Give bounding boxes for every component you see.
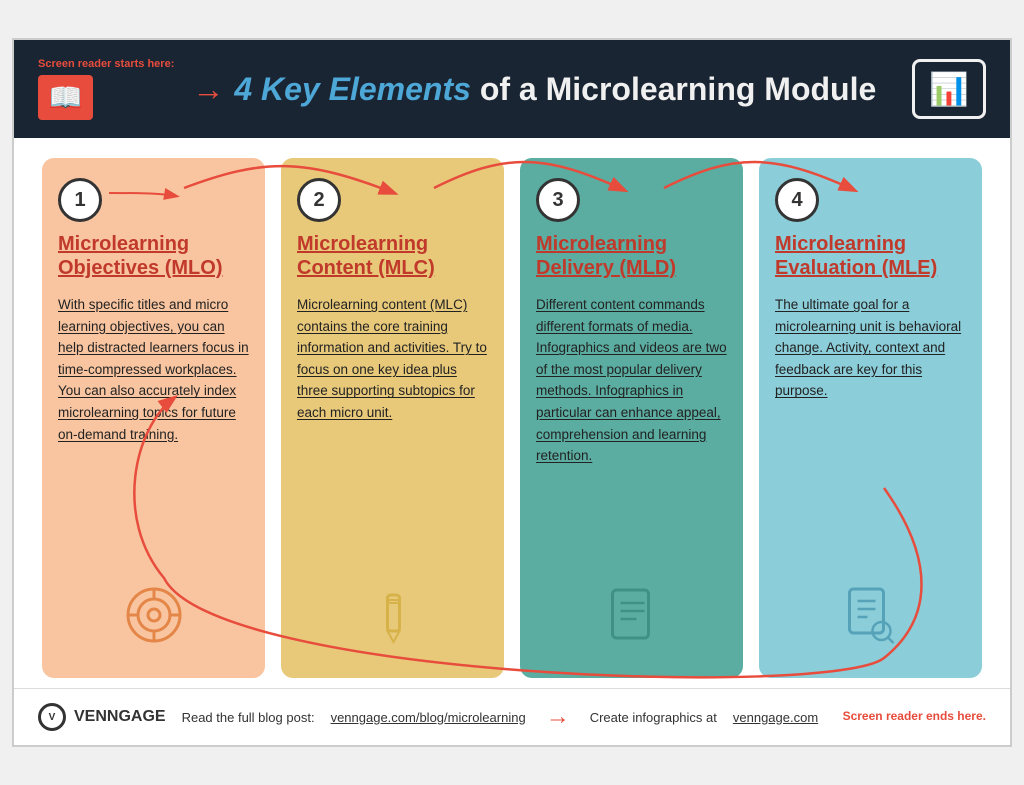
pencil-icon (365, 590, 420, 658)
document-icon (604, 585, 659, 658)
column-2: 2 Microlearning Content (MLC) Microlearn… (281, 158, 504, 678)
col1-number: 1 (74, 189, 85, 212)
venngage-logo: V VENNGAGE (38, 703, 166, 731)
col1-body: With specific titles and micro learning … (58, 294, 249, 445)
header: Screen reader starts here: 📖 → 4 Key Ele… (14, 40, 1010, 138)
header-title: 4 Key Elements of a Microlearning Module (234, 71, 876, 108)
infographic-container: Screen reader starts here: 📖 → 4 Key Ele… (12, 38, 1012, 747)
column-4: 4 Microlearning Evaluation (MLE) The ult… (759, 158, 982, 678)
book-icon: 📖 (48, 82, 83, 113)
main-area: 1 Microlearning Objectives (MLO) With sp… (14, 138, 1010, 688)
col3-body: Different content commands different for… (536, 294, 727, 467)
screen-reader-end-label: Screen reader ends here. (843, 709, 986, 725)
header-title-rest: of a Microlearning Module (471, 71, 876, 107)
logo-circle-icon: V (38, 703, 66, 731)
column-3: 3 Microlearning Delivery (MLD) Different… (520, 158, 743, 678)
number-badge-3: 3 (536, 178, 580, 222)
header-arrow-icon: → (192, 71, 224, 108)
footer-blog-link[interactable]: venngage.com/blog/microlearning (331, 710, 526, 725)
footer: V VENNGAGE Read the full blog post: venn… (14, 688, 1010, 745)
header-title-area: → 4 Key Elements of a Microlearning Modu… (192, 71, 894, 108)
col1-title: Microlearning Objectives (MLO) (58, 232, 249, 280)
header-title-accent: 4 Key Elements (234, 71, 471, 107)
footer-read-text: Read the full blog post: (182, 710, 315, 725)
book-icon-wrap: 📖 (38, 75, 93, 120)
venngage-wordmark: VENNGAGE (74, 708, 166, 726)
monitor-icon: 📊 (929, 71, 969, 107)
column-1: 1 Microlearning Objectives (MLO) With sp… (42, 158, 265, 678)
number-badge-2: 2 (297, 178, 341, 222)
col4-title: Microlearning Evaluation (MLE) (775, 232, 966, 280)
footer-cta-text: Create infographics at (590, 710, 717, 725)
screen-reader-text: Screen reader starts here: (38, 58, 174, 71)
doc-search-icon (843, 585, 898, 658)
monitor-icon-wrap: 📊 (912, 59, 986, 119)
target-icon (124, 585, 184, 658)
footer-cta-link[interactable]: venngage.com (733, 710, 818, 725)
columns-container: 1 Microlearning Objectives (MLO) With sp… (14, 138, 1010, 688)
col4-body: The ultimate goal for a microlearning un… (775, 294, 966, 402)
number-badge-1: 1 (58, 178, 102, 222)
col3-number: 3 (552, 189, 563, 212)
col2-body: Microlearning content (MLC) contains the… (297, 294, 488, 424)
footer-arrow-icon: → (546, 703, 570, 731)
screen-reader-start-label: Screen reader starts here: 📖 (38, 58, 174, 120)
col3-title: Microlearning Delivery (MLD) (536, 232, 727, 280)
col2-title: Microlearning Content (MLC) (297, 232, 488, 280)
col2-number: 2 (313, 189, 324, 212)
col4-number: 4 (791, 189, 802, 212)
number-badge-4: 4 (775, 178, 819, 222)
